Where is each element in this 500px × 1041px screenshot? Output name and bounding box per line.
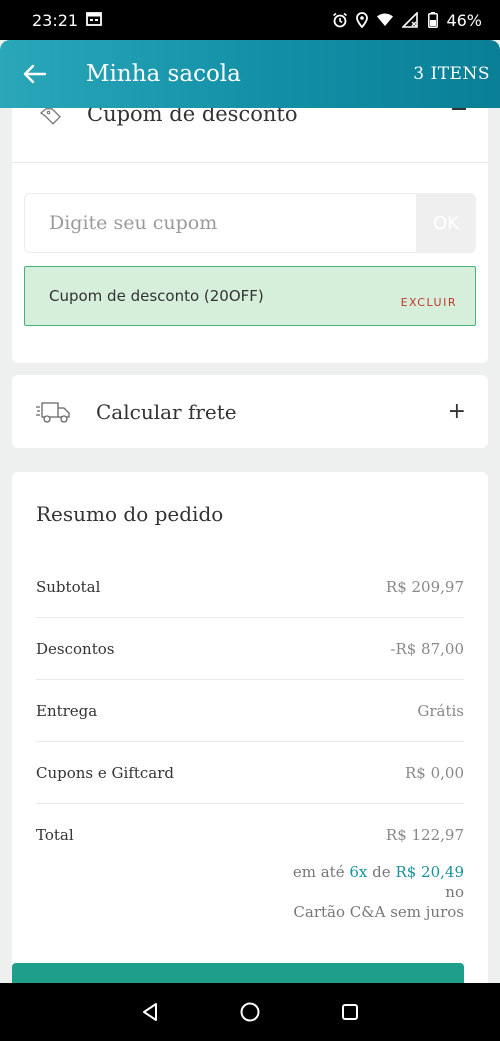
nav-home-button[interactable] xyxy=(230,992,270,1032)
nav-recents-button[interactable] xyxy=(330,992,370,1032)
back-button[interactable] xyxy=(20,59,50,89)
summary-value: Grátis xyxy=(417,701,464,720)
order-summary-title: Resumo do pedido xyxy=(36,502,224,526)
system-nav-bar xyxy=(0,983,500,1041)
status-right: 46% xyxy=(332,11,482,30)
signal-icon xyxy=(402,12,420,28)
location-icon xyxy=(356,12,369,28)
nav-back-icon xyxy=(143,1003,157,1021)
installments-count: 6x xyxy=(349,863,368,881)
tag-icon xyxy=(39,108,62,130)
installments-amount: R$ 20,49 xyxy=(395,863,464,881)
installments-line-2: no xyxy=(445,883,464,901)
coupon-card: Cupom de desconto OK Cupom de desconto (… xyxy=(12,108,488,363)
summary-value: -R$ 87,00 xyxy=(390,639,464,658)
truck-icon xyxy=(36,400,76,424)
coupon-title: Cupom de desconto xyxy=(87,108,298,126)
applied-coupon-text: Cupom de desconto (20OFF) xyxy=(49,287,264,305)
summary-label: Cupons e Giftcard xyxy=(36,763,175,782)
summary-label: Subtotal xyxy=(36,577,101,596)
calculate-shipping-card[interactable]: Calcular frete + xyxy=(12,375,488,448)
alarm-icon xyxy=(332,12,348,28)
summary-value: R$ 122,97 xyxy=(385,826,464,844)
summary-label: Entrega xyxy=(36,701,98,720)
cart-items-count[interactable]: 3 ITENS xyxy=(413,64,490,84)
checkout-button[interactable] xyxy=(12,963,464,983)
summary-value: R$ 209,97 xyxy=(385,577,464,596)
installments-line-1: em até 6x de R$ 20,49 xyxy=(293,862,464,882)
installments-prefix: em até xyxy=(292,863,345,881)
nav-home-icon xyxy=(240,1002,260,1022)
coupon-input-row: OK xyxy=(24,193,476,253)
summary-row-subtotal: Subtotal R$ 209,97 xyxy=(36,556,464,618)
calculate-shipping-label: Calcular frete xyxy=(96,399,237,424)
coupon-ok-button[interactable]: OK xyxy=(416,193,476,253)
page-title: Minha sacola xyxy=(86,61,241,87)
order-summary-card: Resumo do pedido Subtotal R$ 209,97 Desc… xyxy=(12,472,488,983)
coupon-input[interactable] xyxy=(24,193,416,253)
status-time: 23:21 xyxy=(32,10,79,30)
summary-label: Total xyxy=(36,826,74,844)
installments-info: em até 6x de R$ 20,49 no Cartão C&A sem … xyxy=(293,862,464,922)
applied-coupon-box: Cupom de desconto (20OFF) EXCLUIR xyxy=(24,266,476,326)
calendar-icon xyxy=(86,11,103,30)
nav-recents-icon xyxy=(342,1004,358,1020)
summary-row-coupons-giftcard: Cupons e Giftcard R$ 0,00 xyxy=(36,742,464,804)
coupon-header[interactable]: Cupom de desconto xyxy=(12,108,488,163)
back-arrow-icon xyxy=(23,64,47,84)
installments-line-3: Cartão C&A sem juros xyxy=(293,903,464,921)
remove-coupon-button[interactable]: EXCLUIR xyxy=(401,296,457,309)
battery-icon xyxy=(428,12,439,28)
status-left: 23:21 xyxy=(32,10,103,30)
summary-row-discounts: Descontos -R$ 87,00 xyxy=(36,618,464,680)
summary-value: R$ 0,00 xyxy=(404,763,464,782)
cart-content: Cupom de desconto OK Cupom de desconto (… xyxy=(0,108,500,983)
expand-plus-icon[interactable]: + xyxy=(448,399,466,424)
collapse-minus-icon[interactable] xyxy=(452,108,466,110)
app-header: Minha sacola 3 ITENS xyxy=(0,40,500,108)
summary-row-total: Total R$ 122,97 xyxy=(36,804,464,866)
nav-back-button[interactable] xyxy=(130,992,170,1032)
wifi-icon xyxy=(376,13,394,27)
status-bar: 23:21 46% xyxy=(0,0,500,40)
summary-row-delivery: Entrega Grátis xyxy=(36,680,464,742)
installments-connector: de xyxy=(372,863,391,881)
battery-percent: 46% xyxy=(446,10,482,30)
summary-label: Descontos xyxy=(36,639,115,658)
